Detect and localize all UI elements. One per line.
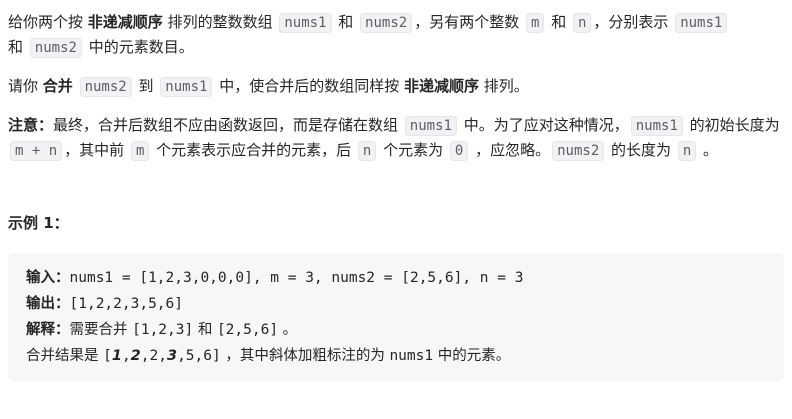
text: ，分别表示 [593, 13, 674, 31]
paragraph-intro: 给你两个按 非递减顺序 排列的整数数组 nums1 和 nums2 ，另有两个整数… [8, 10, 784, 60]
text: 请你 [8, 77, 43, 95]
text: 和 [333, 13, 359, 31]
inline-code: nums1 [404, 116, 457, 136]
note-label: 注意： [8, 116, 54, 134]
text: 和 [193, 322, 217, 338]
inline-code: nums2 [29, 38, 82, 58]
inline-code: nums2 [360, 13, 413, 33]
inline-code: n [572, 13, 592, 33]
text: 排列。 [479, 77, 529, 95]
text: 给你两个按 [8, 13, 88, 31]
text: 的初始长度为 [684, 116, 780, 134]
inline-code: nums1 [160, 77, 213, 97]
text: 和 [8, 38, 28, 56]
paragraph-note: 注意：最终，合并后数组不应由函数返回，而是存储在数组 nums1 中。为了应对这… [8, 113, 784, 163]
highlighted-element: 2 [130, 348, 141, 364]
example-block: 输入：nums1 = [1,2,3,0,0,0], m = 3, nums2 =… [8, 253, 784, 381]
text: 最终，合并后数组不应由函数返回，而是存储在数组 [53, 116, 403, 134]
text: 排列的整数数组 [162, 13, 278, 31]
inline-code: nums1 [389, 348, 434, 364]
bold-term: 合并 [42, 77, 73, 95]
inline-code: n [357, 141, 377, 161]
text: 到 [133, 77, 159, 95]
text [73, 77, 78, 95]
inline-code: m [525, 13, 545, 33]
text: 和 [546, 13, 571, 31]
inline-code: nums1 [279, 13, 332, 33]
text: 。 [278, 322, 298, 338]
example-title: 示例 1： [8, 214, 69, 232]
text: 中，使合并后的数组同样按 [214, 77, 404, 95]
text: ，另有两个整数 [414, 13, 524, 31]
text: 需要合并 [69, 322, 133, 338]
text: , [121, 348, 131, 364]
input-value: nums1 = [1,2,3,0,0,0], m = 3, nums2 = [2… [69, 270, 524, 286]
paragraph-task: 请你 合并 nums2 到 nums1 中，使合并后的数组同样按 非递减顺序 排… [8, 74, 784, 99]
inline-code: nums2 [552, 141, 605, 161]
text: 。 [698, 141, 719, 159]
highlighted-element: 3 [166, 348, 178, 364]
text: 个元素表示应合并的元素，后 [151, 141, 356, 159]
text: ,5,6] [177, 348, 221, 364]
text: ，其中斜体加粗标注的为 [220, 348, 390, 364]
text: ,2, [140, 348, 167, 364]
inline-code: nums1 [630, 116, 683, 136]
bold-term: 非递减顺序 [87, 13, 163, 31]
output-label: 输出： [26, 296, 70, 312]
inline-code: nums1 [675, 13, 728, 33]
text: 合并结果是 [26, 348, 104, 364]
inline-code: 0 [449, 141, 469, 161]
text: 个元素为 [378, 141, 448, 159]
text: 中的元素。 [433, 348, 511, 364]
bold-term: 非递减顺序 [403, 77, 479, 95]
text: ，应忽略。 [470, 141, 551, 159]
text: 中。为了应对这种情况， [458, 116, 629, 134]
highlighted-element: 1 [111, 348, 122, 364]
inline-code: n [677, 141, 697, 161]
array-a: [1,2,3] [132, 322, 194, 338]
array-b: [2,5,6] [216, 322, 279, 338]
text: 的长度为 [606, 141, 676, 159]
text: ，其中前 [64, 141, 129, 159]
inline-code: m [130, 141, 150, 161]
inline-code: m + n [10, 141, 63, 161]
input-label: 输入： [26, 270, 70, 286]
text: [ [103, 348, 112, 364]
inline-code: nums2 [79, 77, 132, 97]
output-value: [1,2,2,3,5,6] [69, 296, 184, 312]
problem-description: 给你两个按 非递减顺序 排列的整数数组 nums1 和 nums2 ，另有两个整数… [0, 0, 792, 381]
text: 中的元素数目。 [83, 38, 194, 56]
explanation-label: 解释： [26, 322, 70, 338]
